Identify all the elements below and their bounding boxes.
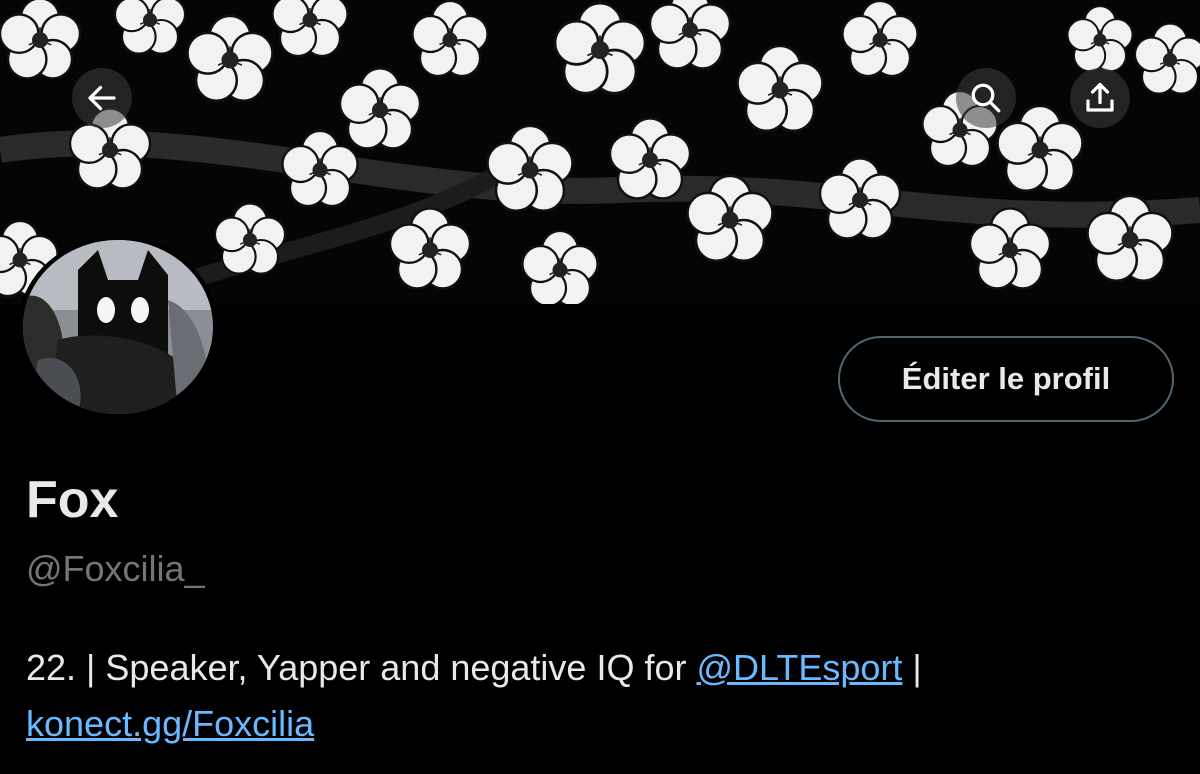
search-button[interactable] (956, 68, 1016, 128)
share-button[interactable] (1070, 68, 1130, 128)
arrow-left-icon (88, 85, 116, 111)
avatar[interactable] (18, 240, 218, 414)
search-icon (971, 83, 1001, 113)
display-name: Fox (26, 471, 119, 529)
avatar-image (18, 240, 218, 414)
bio-separator: | (902, 647, 922, 688)
user-handle: @Foxcilia_ (26, 548, 205, 589)
edit-profile-button[interactable]: Éditer le profil (838, 336, 1174, 422)
bio-mention-link[interactable]: @DLTEsport (696, 647, 902, 688)
profile-bio: 22. | Speaker, Yapper and negative IQ fo… (26, 640, 1176, 752)
share-icon (1086, 82, 1114, 112)
bio-text: 22. | Speaker, Yapper and negative IQ fo… (26, 647, 697, 688)
back-button[interactable] (72, 68, 132, 128)
bio-website-link[interactable]: konect.gg/Foxcilia (26, 703, 314, 744)
